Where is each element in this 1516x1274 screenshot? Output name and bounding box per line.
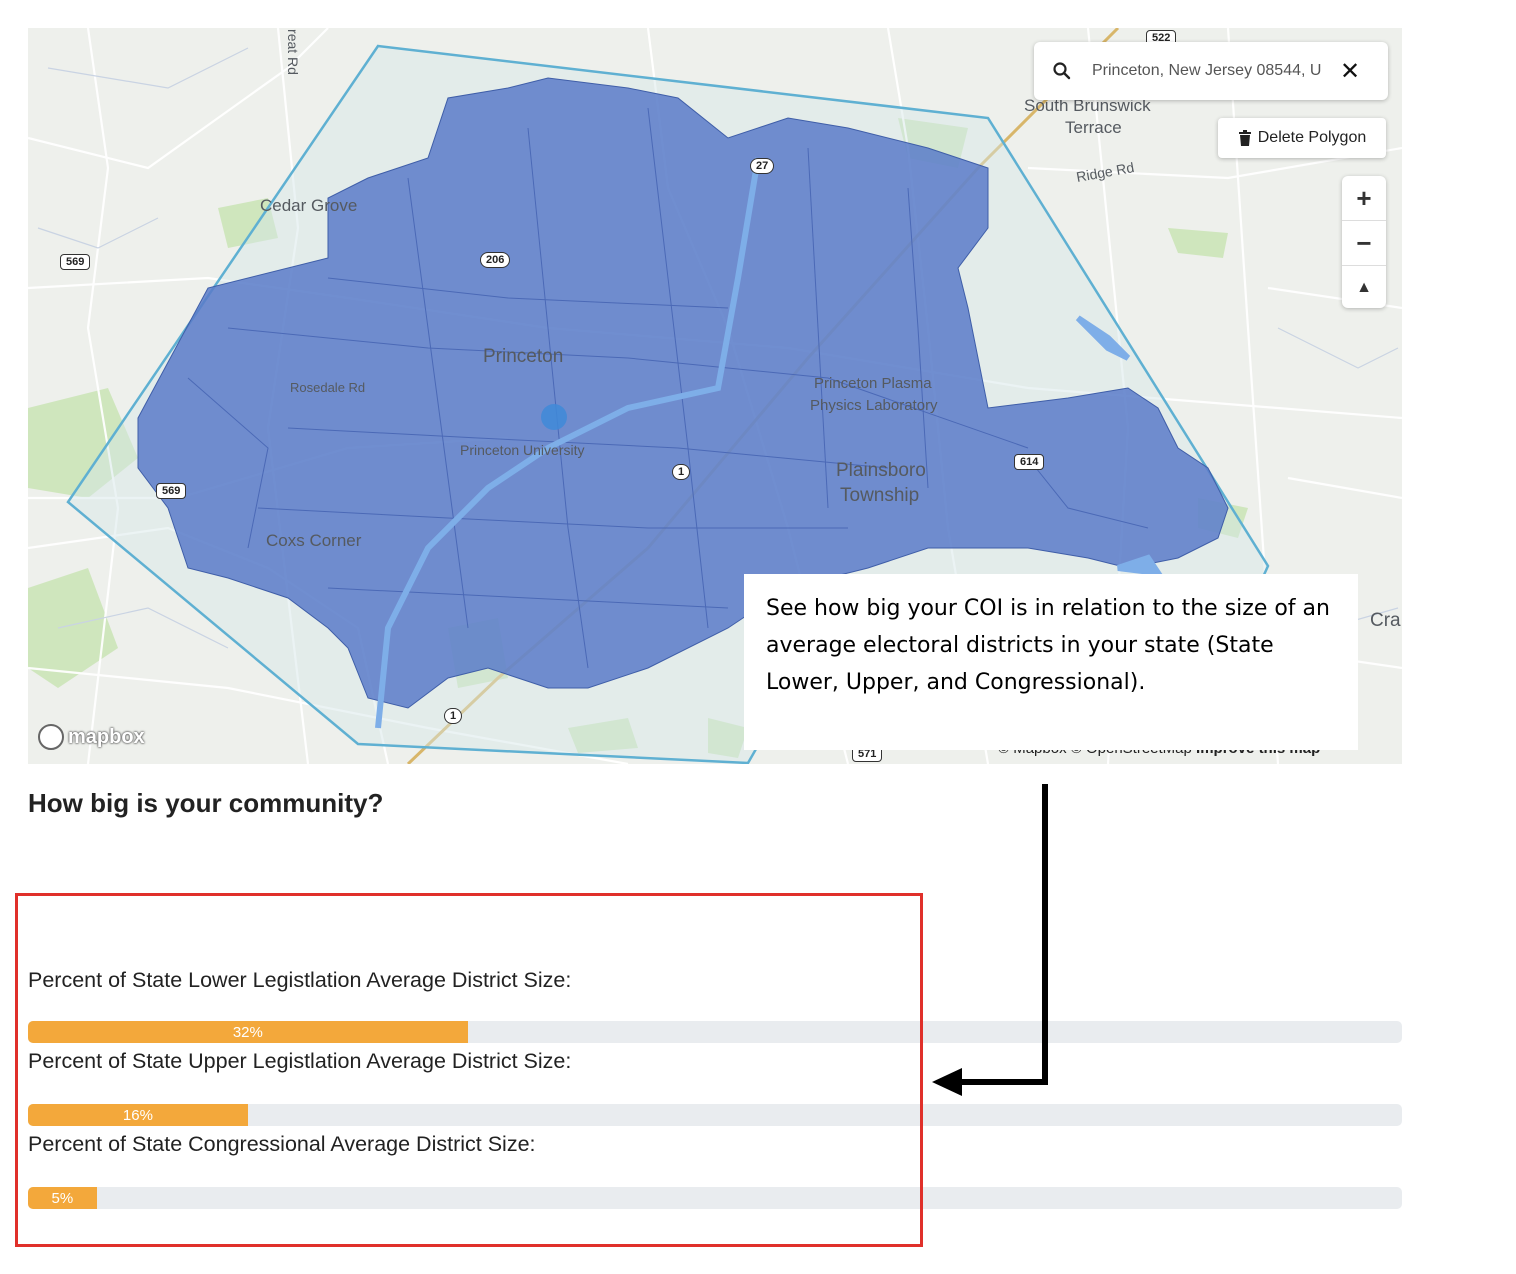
zoom-out-button[interactable]: −	[1342, 221, 1386, 266]
zoom-controls: + − ▲	[1342, 176, 1386, 308]
location-marker	[541, 404, 567, 430]
highlight-box	[15, 893, 923, 1247]
section-title: How big is your community?	[28, 788, 384, 818]
place-label-cedar-grove: Cedar Grove	[260, 196, 358, 215]
place-label-princeton-university: Princeton University	[460, 442, 585, 458]
route-shield-us1: 1	[444, 708, 463, 724]
geocoder-search[interactable]: ✕	[1034, 42, 1388, 100]
place-label-plainsboro: Plainsboro	[836, 460, 926, 481]
route-shield-614: 614	[1014, 454, 1045, 470]
trash-icon	[1238, 130, 1251, 146]
place-label-plainsboro-2: Township	[840, 485, 920, 506]
route-shield-27: 27	[750, 158, 775, 174]
place-label-cra: Cra	[1370, 610, 1401, 631]
place-label-princeton: Princeton	[483, 346, 564, 367]
annotation-callout: See how big your COI is in relation to t…	[744, 574, 1358, 750]
delete-polygon-label: Delete Polygon	[1257, 129, 1367, 146]
zoom-in-button[interactable]: +	[1342, 176, 1386, 221]
callout-text: See how big your COI is in relation to t…	[766, 596, 1330, 695]
street-label-rosedale-rd: Rosedale Rd	[290, 380, 366, 395]
search-icon	[1053, 62, 1071, 80]
route-shield-569: 569	[60, 254, 91, 270]
route-shield-us1: 1	[672, 464, 691, 480]
close-icon[interactable]: ✕	[1340, 57, 1360, 86]
route-shield-206: 206	[480, 252, 511, 268]
mapbox-logo-text: mapbox	[68, 725, 145, 748]
mapbox-logo-icon	[38, 724, 64, 750]
search-input[interactable]	[1092, 62, 1332, 80]
delete-polygon-button[interactable]: Delete Polygon	[1218, 118, 1386, 158]
place-label-coxs-corner: Coxs Corner	[266, 531, 362, 550]
place-label-terrace: Terrace	[1065, 118, 1122, 137]
compass-button[interactable]: ▲	[1342, 266, 1386, 310]
street-label-reat-rd: reat Rd	[284, 29, 301, 75]
route-shield-569: 569	[156, 483, 187, 499]
mapbox-logo[interactable]: mapbox	[38, 724, 145, 750]
place-label-pppl: Princeton Plasma	[814, 375, 932, 392]
place-label-pppl-2: Physics Laboratory	[810, 397, 938, 414]
